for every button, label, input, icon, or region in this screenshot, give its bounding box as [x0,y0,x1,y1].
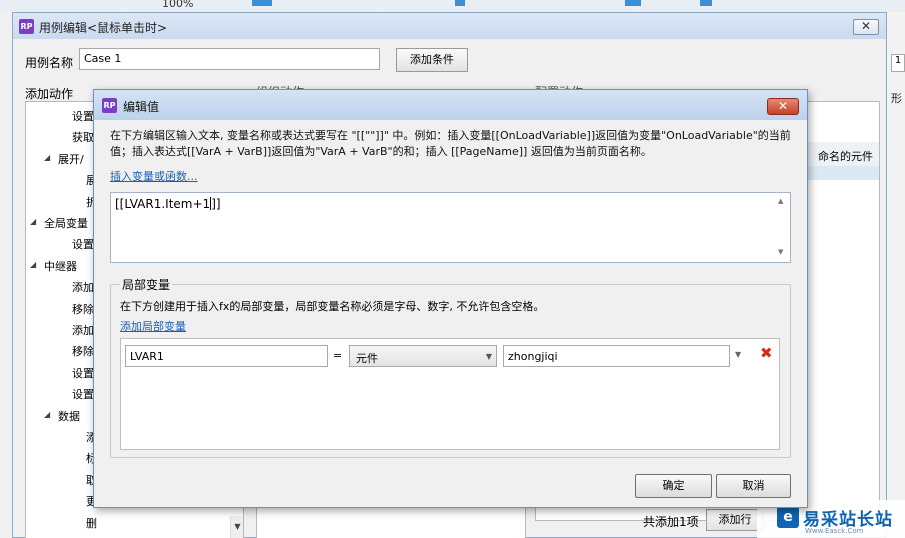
scroll-up-icon[interactable]: ▲ [778,197,783,205]
background-right-panel: 1 形 [886,12,905,538]
ok-button[interactable]: 确定 [635,474,712,498]
tree-scroll-down-icon[interactable]: ▼ [230,516,243,538]
tree-item[interactable]: 删 [86,515,97,531]
add-local-variable-link[interactable]: 添加局部变量 [120,318,186,334]
tree-expand-arrow-icon[interactable]: ◢ [30,217,36,226]
toolbar-chip [700,0,712,6]
add-condition-button[interactable]: 添加条件 [396,48,468,72]
background-label: 形 [891,92,902,105]
add-row-button[interactable]: 添加行 [706,509,764,531]
delete-variable-icon[interactable]: ✖ [760,344,773,362]
insert-variable-link[interactable]: 插入变量或函数... [110,168,198,184]
tree-item[interactable]: 中继器 [44,258,77,274]
toolbar-chip [252,0,272,6]
tree-item[interactable]: 设置 [72,365,94,381]
target-dropdown-arrow-icon[interactable]: ▼ [735,350,741,359]
case-name-label: 用例名称 [25,56,74,70]
local-variables-description: 在下方创建用于插入fx的局部变量，局部变量名称必须是字母、数字, 不允许包含空格… [120,300,545,313]
toolbar-chip [625,0,641,6]
equals-sign: = [333,349,343,362]
tree-expand-arrow-icon[interactable]: ◢ [44,153,50,162]
tree-item[interactable]: 添加 [72,279,94,295]
tree-item[interactable]: 设置 [72,386,94,402]
edit-value-description: 在下方编辑区输入文本, 变量名称或表达式要写在 "[[""]]" 中。例如：插入… [110,129,791,158]
watermark-logo-icon: e [777,506,799,528]
background-toolbar: 100% [0,0,905,12]
zoom-level: 100% [162,0,194,10]
tree-item[interactable]: 数据 [58,408,80,424]
watermark-url: Www.Easck.Com [805,527,864,535]
editor-scrollbar[interactable]: ▲ ▼ [774,193,790,262]
toolbar-chip [455,0,465,6]
tree-item[interactable]: 全局变量 [44,215,88,231]
tree-item[interactable]: 移除 [72,343,94,359]
dropdown-arrow-icon: ▼ [485,352,492,361]
add-actions-heading: 添加动作 [25,87,74,101]
local-variable-target-input[interactable]: zhongjiqi [503,345,730,367]
axure-rp-icon: RP [102,98,117,113]
tree-item[interactable]: 展开/ [58,151,84,167]
tree-expand-arrow-icon[interactable]: ◢ [44,410,50,419]
tree-item[interactable]: 添加 [72,322,94,338]
case-editor-title: 用例编辑<鼠标单击时> [39,21,168,35]
case-editor-titlebar: RP 用例编辑<鼠标单击时> ✕ [13,13,886,39]
background-field[interactable]: 1 [891,54,905,72]
local-variable-name-input[interactable]: LVAR1 [125,345,328,367]
expression-after-caret: ]] [211,197,221,211]
tree-item[interactable]: 设置 [72,236,94,252]
expression-editor[interactable]: [[LVAR1.Item+1]] ▲ ▼ [110,192,791,263]
added-count-text: 共添加1项 [643,515,699,529]
edit-value-title: 编辑值 [123,100,160,114]
case-name-input[interactable]: Case 1 [79,48,380,70]
local-variable-type-value: 元件 [356,352,378,365]
tree-expand-arrow-icon[interactable]: ◢ [30,260,36,269]
local-variables-heading: 局部变量 [120,276,173,293]
tree-item[interactable]: 获取 [72,129,94,145]
edit-value-titlebar: RP 编辑值 ✕ [94,90,807,120]
tree-item[interactable]: 设置 [72,108,94,124]
tree-item[interactable]: 移除 [72,301,94,317]
expression-text[interactable]: [[LVAR1.Item+1]] [115,197,221,211]
cancel-button[interactable]: 取消 [716,474,791,498]
axure-rp-icon: RP [19,19,34,34]
edit-value-dialog: RP 编辑值 ✕ 在下方编辑区输入文本, 变量名称或表达式要写在 "[[""]]… [93,89,808,508]
scroll-down-icon[interactable]: ▼ [778,248,783,256]
widget-list-header-label: 命名的元件 [818,150,873,163]
case-editor-close-button[interactable]: ✕ [853,19,879,35]
expression-before-caret: [[LVAR1.Item+1 [115,197,211,211]
local-variables-list: LVAR1 = 元件 ▼ zhongjiqi ▼ ✖ [120,338,780,450]
edit-value-close-button[interactable]: ✕ [767,98,799,115]
local-variable-type-select[interactable]: 元件 ▼ [349,345,497,367]
